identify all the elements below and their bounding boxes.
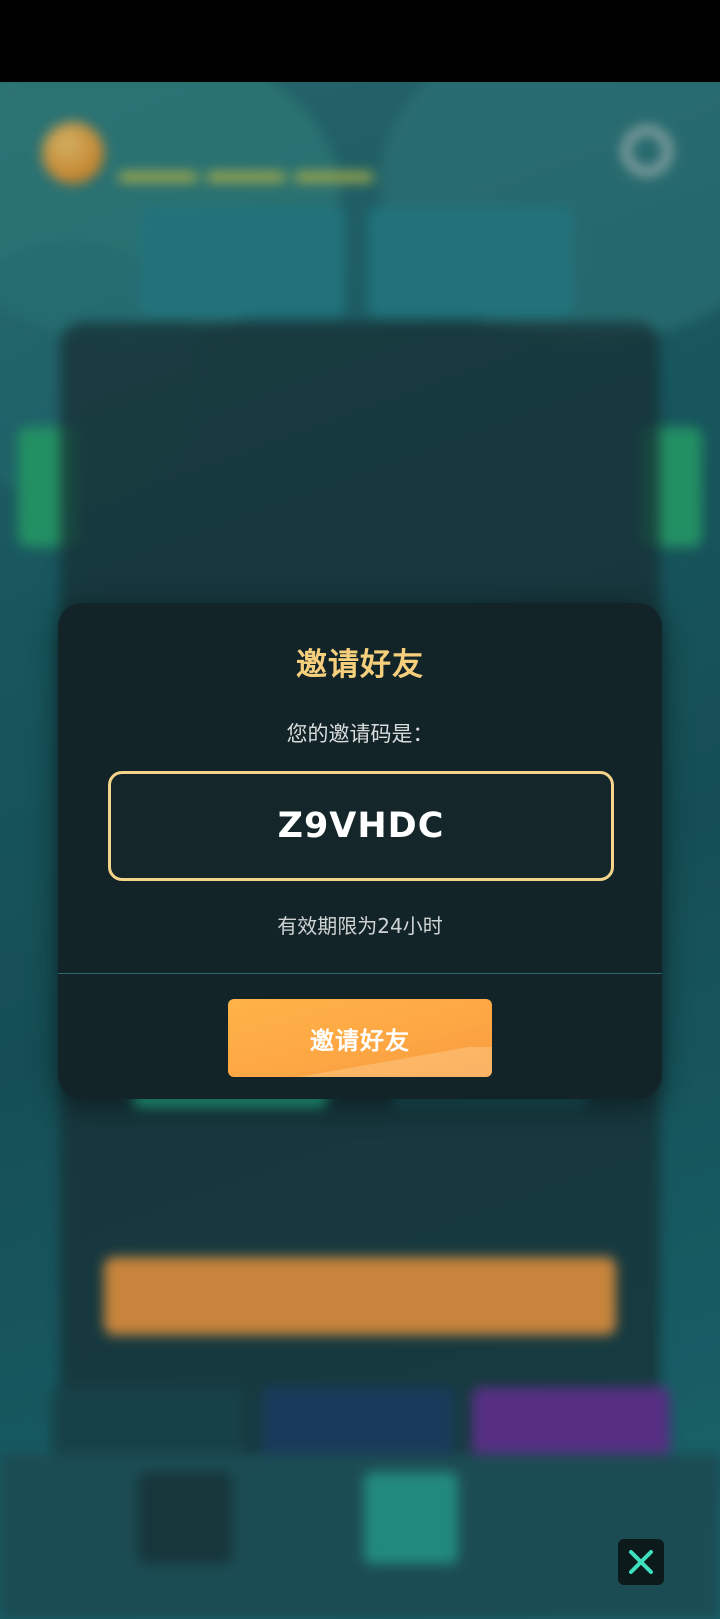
close-button[interactable]: [618, 1539, 664, 1585]
close-icon: [629, 1550, 653, 1574]
status-bar: [0, 0, 720, 82]
dialog-title: 邀请好友: [296, 647, 424, 683]
invite-code-value: Z9VHDC: [277, 806, 445, 846]
invite-friend-button-label: 邀请好友: [310, 1026, 410, 1055]
invite-code-label: 您的邀请码是：: [286, 722, 434, 746]
invite-code-box: Z9VHDC: [108, 771, 614, 881]
invite-friend-dialog: 邀请好友 您的邀请码是： Z9VHDC 有效期限为24小时 邀请好友: [58, 603, 662, 1099]
invite-friend-button[interactable]: 邀请好友: [228, 999, 492, 1077]
validity-note: 有效期限为24小时: [277, 914, 443, 938]
dialog-divider: [58, 973, 662, 974]
